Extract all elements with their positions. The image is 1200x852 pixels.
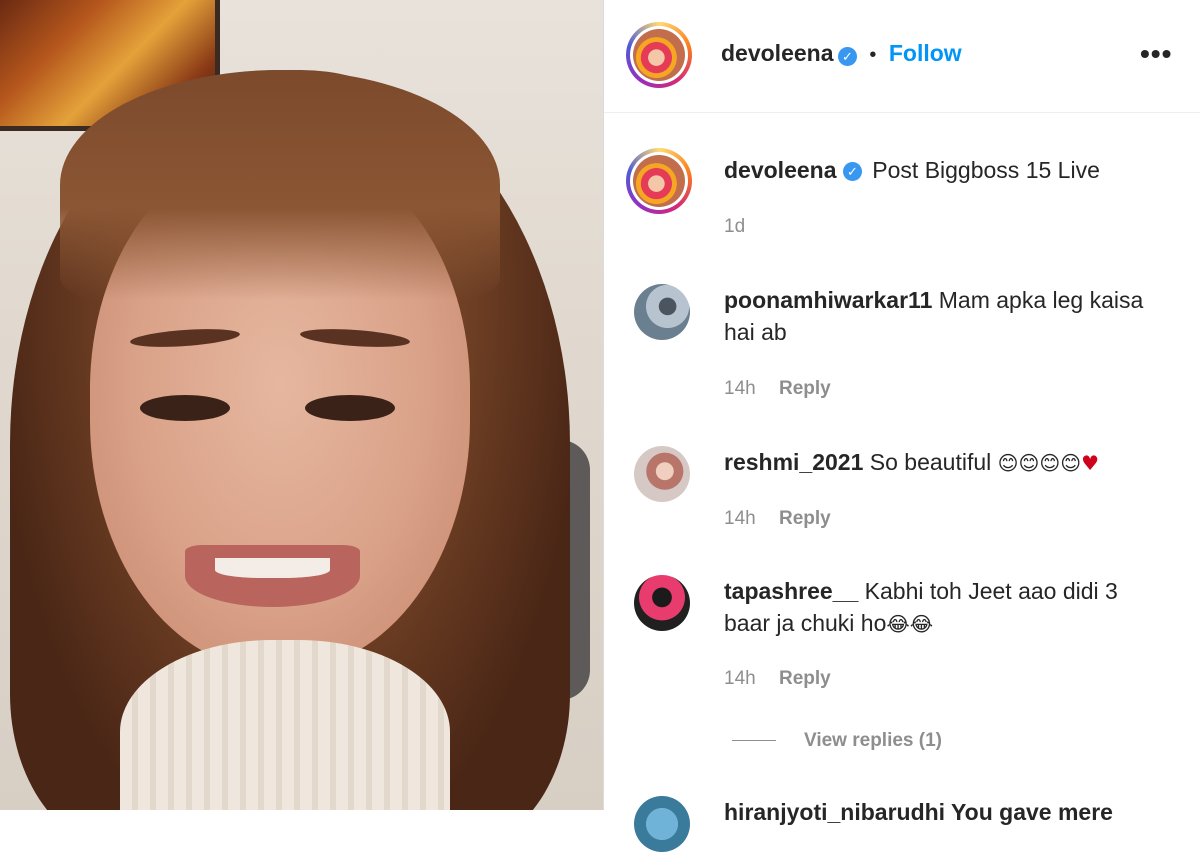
teeth bbox=[215, 558, 330, 578]
caption-time[interactable]: 1d bbox=[724, 216, 745, 238]
comment-body: tapashree__ Kabhi toh Jeet aao didi 3 ba… bbox=[724, 575, 1118, 640]
laughing-emoji-icon: 😂😂 bbox=[886, 612, 934, 636]
comment-time[interactable]: 14h bbox=[724, 508, 756, 529]
caption-author-avatar[interactable] bbox=[626, 148, 692, 214]
comment-text: Mam apka leg kaisa bbox=[938, 287, 1144, 313]
author-username[interactable]: devoleena bbox=[721, 40, 834, 66]
replies-divider-line bbox=[732, 740, 776, 742]
comment-body: poonamhiwarkar11 Mam apka leg kaisa hai … bbox=[724, 284, 1143, 348]
heart-emoji-icon: ♥ bbox=[1081, 451, 1099, 475]
comment-username[interactable]: poonamhiwarkar11 bbox=[724, 287, 932, 313]
verified-badge-icon: ✓ bbox=[837, 47, 857, 67]
comment-avatar[interactable] bbox=[634, 446, 690, 502]
post-side-panel: devoleena ✓ • Follow ••• devoleena ✓ Pos… bbox=[603, 0, 1200, 852]
comment-meta: 14h Reply bbox=[724, 668, 831, 690]
follow-button[interactable]: Follow bbox=[889, 40, 962, 66]
author-avatar[interactable] bbox=[626, 22, 692, 88]
comment-username[interactable]: reshmi_2021 bbox=[724, 449, 863, 475]
reply-button[interactable]: Reply bbox=[779, 668, 831, 689]
sweater bbox=[120, 640, 450, 810]
left-eye bbox=[140, 395, 230, 421]
view-replies-label: View replies (1) bbox=[804, 730, 942, 751]
reply-button[interactable]: Reply bbox=[779, 508, 831, 529]
comment-username[interactable]: tapashree__ bbox=[724, 578, 858, 604]
comment-text: So beautiful bbox=[869, 449, 992, 475]
caption-username[interactable]: devoleena bbox=[724, 157, 837, 183]
more-options-icon[interactable]: ••• bbox=[1140, 38, 1172, 70]
verified-badge-icon: ✓ bbox=[842, 162, 862, 182]
partial-comment: hiranjyoti_nibarudhi You gave mere bbox=[724, 799, 1113, 825]
post-media[interactable] bbox=[0, 0, 603, 810]
comment-text-continued: baar ja chuki ho bbox=[724, 610, 887, 636]
comment-time[interactable]: 14h bbox=[724, 378, 756, 399]
view-replies-button[interactable]: View replies (1) bbox=[732, 730, 942, 752]
smiling-emoji-icon: 😊😊😊😊 bbox=[997, 451, 1082, 475]
comment-body: reshmi_2021 So beautiful 😊😊😊😊♥ bbox=[724, 446, 1099, 479]
right-eye bbox=[305, 395, 395, 421]
comment-meta: 14h Reply bbox=[724, 378, 831, 400]
comment-text: Kabhi toh Jeet aao didi 3 bbox=[864, 578, 1118, 604]
header-author-line: devoleena ✓ • Follow bbox=[721, 40, 962, 67]
post-header: devoleena ✓ • Follow ••• bbox=[604, 0, 1200, 113]
comment-time[interactable]: 14h bbox=[724, 668, 756, 689]
reply-button[interactable]: Reply bbox=[779, 378, 831, 399]
caption: devoleena ✓ Post Biggboss 15 Live bbox=[724, 154, 1100, 186]
separator-dot: • bbox=[869, 44, 877, 66]
comment-avatar[interactable] bbox=[634, 575, 690, 631]
caption-text: Post Biggboss 15 Live bbox=[872, 157, 1100, 183]
comment-text-continued: hai ab bbox=[724, 319, 787, 345]
comment-avatar[interactable] bbox=[634, 284, 690, 340]
hair-bangs bbox=[60, 70, 500, 300]
comment-meta: 14h Reply bbox=[724, 508, 831, 530]
comment-avatar[interactable] bbox=[634, 796, 690, 852]
